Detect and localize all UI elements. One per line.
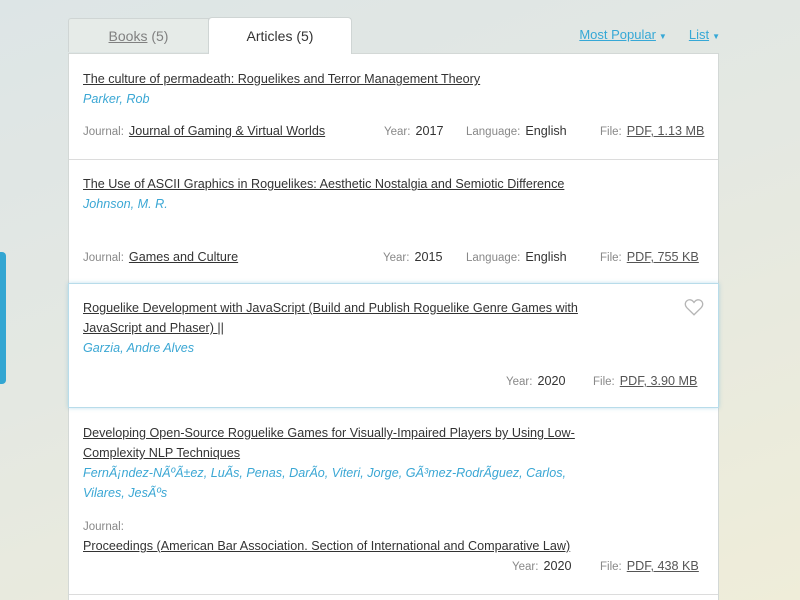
journal-field: Journal: — [83, 519, 129, 533]
year-value: 2017 — [415, 124, 444, 138]
article-title[interactable]: The Use of ASCII Graphics in Roguelikes:… — [83, 174, 583, 194]
file-field: File: PDF, 438 KB — [600, 559, 699, 573]
journal-link[interactable]: Journal of Gaming & Virtual Worlds — [129, 124, 325, 138]
file-key: File: — [600, 126, 622, 138]
file-field: File: PDF, 755 KB — [600, 250, 699, 264]
article-authors[interactable]: FernÃ¡ndez-NÃºÃ±ez, LuÃs, Penas, DarÃo, … — [83, 463, 583, 503]
year-field: Year: 2020 — [506, 374, 565, 388]
heart-icon[interactable] — [684, 298, 704, 316]
sort-most-popular-dropdown[interactable]: Most Popular ▼ — [579, 27, 667, 42]
year-value: 2020 — [543, 559, 572, 573]
file-key: File: — [600, 252, 622, 264]
side-feedback-tab[interactable] — [0, 252, 6, 384]
file-key: File: — [600, 561, 622, 573]
file-download-link[interactable]: PDF, 3.90 MB — [620, 374, 698, 388]
article-item: Developing Open-Source Roguelike Games f… — [69, 423, 718, 583]
caret-down-icon: ▼ — [712, 32, 720, 41]
divider — [69, 159, 718, 160]
view-list-label: List — [688, 27, 710, 42]
file-download-link[interactable]: PDF, 1.13 MB — [627, 124, 705, 138]
divider — [69, 594, 718, 595]
language-key: Language: — [466, 252, 521, 264]
journal-field: Journal: Games and Culture — [83, 250, 238, 264]
year-value: 2020 — [537, 374, 566, 388]
view-list-dropdown[interactable]: List ▼ — [689, 27, 720, 42]
article-item: The culture of permadeath: Roguelikes an… — [69, 69, 718, 161]
language-value: English — [525, 124, 567, 138]
journal-link[interactable]: Games and Culture — [129, 250, 238, 264]
year-key: Year: — [512, 561, 539, 573]
tab-books-label: Books — [108, 27, 148, 44]
article-authors[interactable]: Garzia, Andre Alves — [83, 338, 593, 358]
file-download-link[interactable]: PDF, 755 KB — [627, 250, 699, 264]
tab-books-count: (5) — [151, 27, 169, 44]
journal-field: Journal: Journal of Gaming & Virtual Worl… — [83, 124, 325, 138]
tab-articles-label: Articles (5) — [246, 28, 314, 44]
file-download-link[interactable]: PDF, 438 KB — [627, 559, 699, 573]
article-authors[interactable]: Johnson, M. R. — [83, 194, 593, 214]
journal-key: Journal: — [83, 521, 124, 533]
article-title[interactable]: The culture of permadeath: Roguelikes an… — [83, 69, 583, 89]
article-title[interactable]: Developing Open-Source Roguelike Games f… — [83, 423, 583, 463]
sort-popular-label: Most Popular — [579, 27, 656, 42]
year-field: Year: 2020 — [512, 559, 571, 573]
journal-key: Journal: — [83, 252, 124, 264]
journal-link[interactable]: Proceedings (American Bar Association. S… — [83, 539, 570, 553]
year-key: Year: — [506, 376, 533, 388]
tab-articles[interactable]: Articles (5) — [208, 17, 352, 54]
sort-controls: Most Popular ▼ List ▼ — [579, 27, 720, 42]
article-item: The Use of ASCII Graphics in Roguelikes:… — [69, 174, 718, 274]
caret-down-icon: ▼ — [658, 32, 667, 41]
article-authors[interactable]: Parker, Rob — [83, 89, 593, 109]
year-key: Year: — [383, 252, 410, 264]
language-field: Language: English — [466, 250, 567, 264]
language-key: Language: — [466, 126, 521, 138]
file-field: File: PDF, 1.13 MB — [600, 124, 704, 138]
year-field: Year: 2017 — [384, 124, 443, 138]
journal-key: Journal: — [83, 126, 124, 138]
language-value: English — [525, 250, 567, 264]
tab-books[interactable]: Books (5) — [68, 18, 209, 52]
file-key: File: — [593, 376, 615, 388]
article-item-hovered[interactable]: Roguelike Development with JavaScript (B… — [68, 283, 719, 408]
year-field: Year: 2015 — [383, 250, 442, 264]
journal-link-row: Proceedings (American Bar Association. S… — [83, 539, 570, 553]
year-value: 2015 — [414, 250, 443, 264]
language-field: Language: English — [466, 124, 567, 138]
year-key: Year: — [384, 126, 411, 138]
file-field: File: PDF, 3.90 MB — [593, 374, 697, 388]
article-title[interactable]: Roguelike Development with JavaScript (B… — [83, 298, 583, 338]
